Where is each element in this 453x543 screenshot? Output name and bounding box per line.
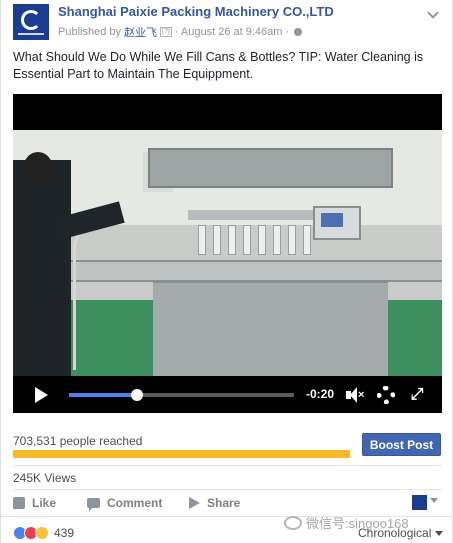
globe-icon <box>294 28 303 36</box>
post-as-page-avatar[interactable] <box>412 495 427 510</box>
sort-label: Chronological <box>358 526 432 540</box>
mute-icon[interactable]: × <box>346 387 366 403</box>
gear-icon[interactable] <box>377 386 395 404</box>
video-progress-fill <box>69 393 137 397</box>
wechat-icon <box>284 515 302 530</box>
published-by-label: Published by <box>58 26 121 38</box>
facebook-post: Shanghai Paixie Packing Machinery CO.,LT… <box>0 0 453 543</box>
divider <box>13 465 442 466</box>
reach-bar <box>13 450 350 458</box>
reaction-count: 439 <box>54 526 75 540</box>
caret-down-icon <box>435 530 444 536</box>
page-logo-icon <box>21 9 41 30</box>
page-avatar[interactable] <box>13 4 49 40</box>
like-button[interactable]: Like <box>13 495 56 511</box>
views-count[interactable]: 245K Views <box>13 471 76 485</box>
divider <box>13 489 442 490</box>
boost-post-button[interactable]: Boost Post <box>362 433 441 456</box>
video-progress-knob[interactable] <box>130 389 143 401</box>
wow-reaction-icon <box>35 526 49 540</box>
share-icon <box>189 497 200 509</box>
fullscreen-icon[interactable]: ⤢ <box>408 386 426 404</box>
video-controls: -0:20 × ⤢ <box>13 376 442 413</box>
video-frame[interactable] <box>13 130 442 376</box>
author-link[interactable]: 赵业飞 <box>124 24 157 40</box>
comment-sort-dropdown[interactable]: Chronological <box>358 526 444 540</box>
comment-label: Comment <box>107 496 163 510</box>
play-icon[interactable] <box>35 387 48 403</box>
chevron-down-icon[interactable] <box>430 498 438 503</box>
comment-icon <box>87 498 100 512</box>
video-progress-bar[interactable] <box>69 389 294 401</box>
like-label: Like <box>32 496 57 510</box>
author-badge: [?] <box>160 27 172 37</box>
share-label: Share <box>207 496 241 510</box>
video-player[interactable]: -0:20 × ⤢ <box>13 94 442 413</box>
like-icon <box>13 497 25 509</box>
page-name-link[interactable]: Shanghai Paixie Packing Machinery CO.,LT… <box>58 4 334 19</box>
post-date[interactable]: · August 26 at 9:46am · <box>175 26 289 38</box>
post-meta: Published by 赵业飞 [?] · August 26 at 9:46… <box>58 24 303 40</box>
post-options-chevron-icon[interactable] <box>426 8 440 22</box>
share-button[interactable]: Share <box>189 495 240 511</box>
reactions-summary[interactable]: 439 <box>13 525 74 541</box>
video-time-remaining: -0:20 <box>306 387 335 401</box>
post-text: What Should We Do While We Fill Cans & B… <box>13 50 424 81</box>
reach-count[interactable]: 703,531 people reached <box>13 434 142 448</box>
comment-button[interactable]: Comment <box>87 495 163 512</box>
